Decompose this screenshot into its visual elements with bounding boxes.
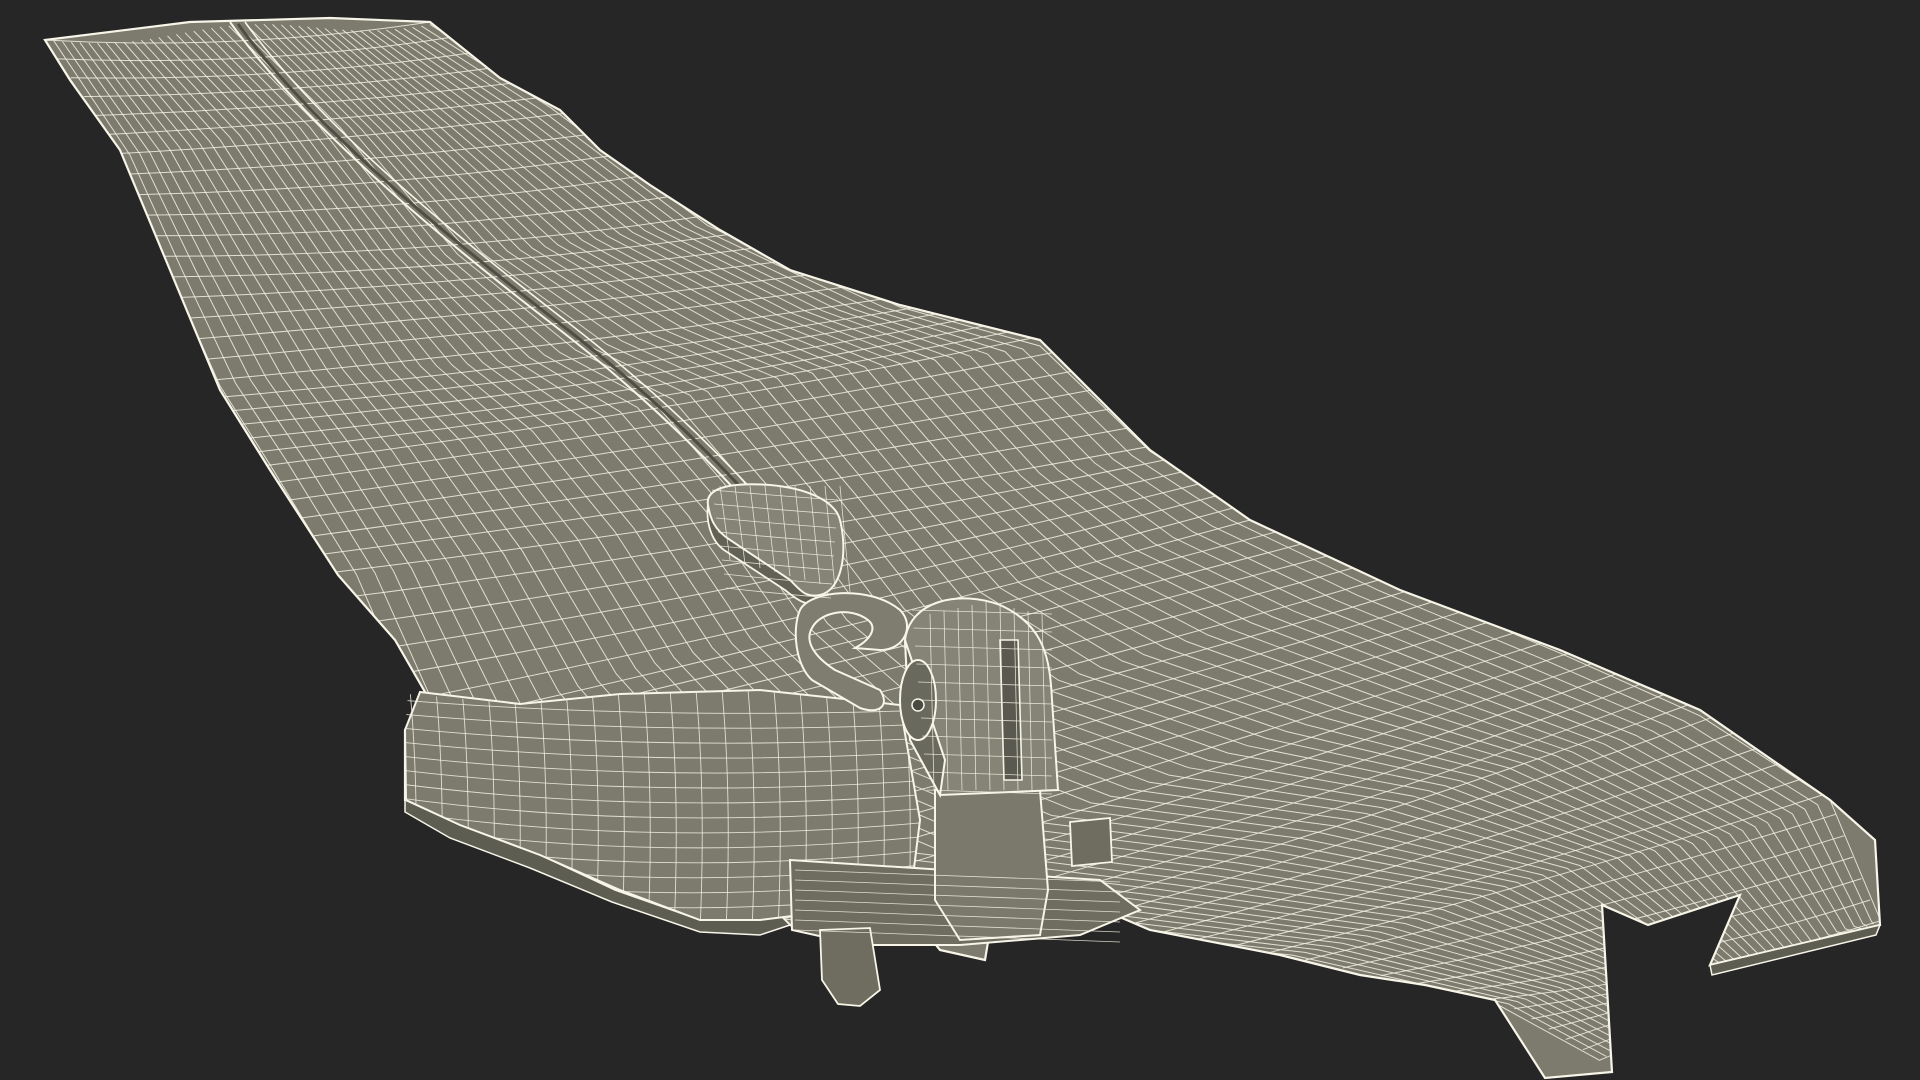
slider-hinge-dot [911, 698, 925, 712]
zipper-model-render [43, 16, 1882, 1080]
slider-side-nub [1069, 817, 1113, 867]
slider-bottom-clip [819, 927, 881, 1007]
3d-viewport [0, 0, 1920, 1080]
